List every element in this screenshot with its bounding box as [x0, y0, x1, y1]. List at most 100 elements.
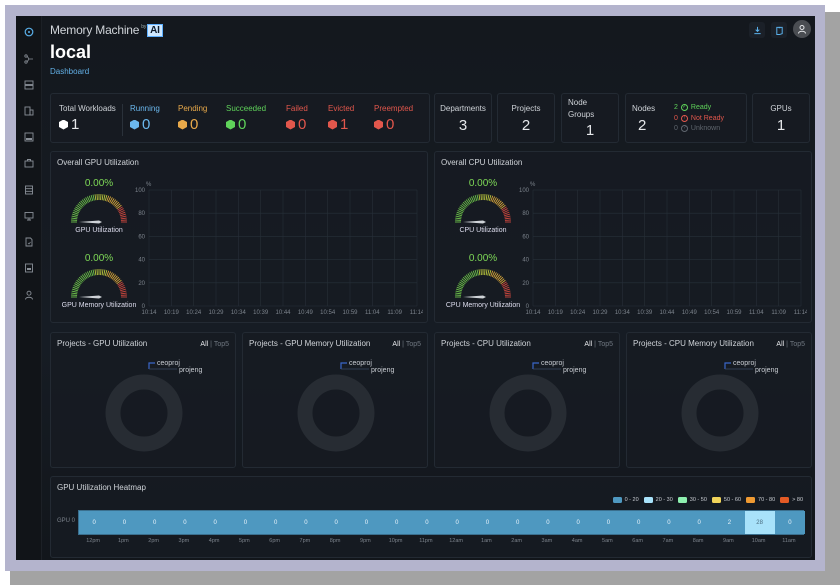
heatmap-cell[interactable]: 0 — [593, 511, 624, 534]
legend-item-projeng[interactable]: projeng — [755, 367, 778, 374]
x-tick-label: 11am — [782, 538, 796, 544]
heatmap-cell[interactable]: 0 — [563, 511, 594, 534]
legend-item[interactable]: 0 - 20 — [612, 497, 639, 503]
gauge-arc — [71, 269, 127, 299]
projects-card[interactable]: Projects 2 — [497, 93, 555, 143]
legend-item-ceoproj[interactable]: ceoproj — [349, 360, 372, 367]
gauge-value: 0.00% — [84, 253, 114, 264]
heatmap-cell[interactable]: 0 — [290, 511, 321, 534]
x-tick-label: 10:59 — [726, 310, 742, 316]
x-tick-label: 2am — [511, 538, 522, 544]
legend-item[interactable]: 50 - 60 — [711, 497, 741, 503]
heatmap-cell[interactable]: 0 — [502, 511, 533, 534]
sidebar-item-documents[interactable] — [23, 236, 35, 248]
x-tick-label: 2pm — [148, 538, 159, 544]
legend-item-ceoproj[interactable]: ceoproj — [733, 360, 756, 367]
heatmap-cell[interactable]: 0 — [381, 511, 412, 534]
server-icon — [24, 80, 34, 90]
heatmap-cell[interactable]: 0 — [79, 511, 110, 534]
legend-label: 70 - 80 — [758, 497, 776, 503]
breadcrumb-dashboard[interactable]: Dashboard — [50, 67, 89, 76]
user-avatar-button[interactable] — [793, 20, 811, 38]
document-icon — [25, 237, 33, 247]
heatmap-cell[interactable]: 0 — [653, 511, 684, 534]
legend-item-projeng[interactable]: projeng — [563, 367, 586, 374]
sidebar-item-users[interactable] — [23, 289, 35, 301]
departments-card[interactable]: Departments 3 — [434, 93, 492, 143]
heatmap-cell[interactable]: 0 — [684, 511, 715, 534]
heatmap-cell[interactable]: 0 — [260, 511, 291, 534]
sidebar-item-jobs[interactable] — [23, 157, 35, 169]
legend-item-ceoproj[interactable]: ceoproj — [541, 360, 564, 367]
gpus-card[interactable]: GPUs 1 — [752, 93, 810, 143]
heatmap-cell[interactable]: 0 — [351, 511, 382, 534]
heatmap-cell[interactable]: 0 — [200, 511, 231, 534]
legend-item-ceoproj[interactable]: ceoproj — [157, 360, 180, 367]
status-label: Not Ready — [690, 115, 724, 122]
sidebar-item-reports[interactable] — [23, 262, 35, 274]
status-count: 0 — [674, 125, 678, 132]
node-groups-card[interactable]: Node Groups 1 — [561, 93, 619, 143]
y-axis-label: % — [146, 182, 152, 188]
gauge-tick — [504, 292, 511, 295]
legend-item-projeng[interactable]: projeng — [371, 367, 394, 374]
panel-title: GPU Utilization Heatmap — [57, 483, 146, 492]
legend-swatch — [643, 497, 653, 503]
legend-item-projeng[interactable]: projeng — [179, 367, 202, 374]
heatmap-cell[interactable]: 0 — [230, 511, 261, 534]
sidebar-item-dashboard[interactable] — [23, 26, 35, 38]
sidebar-item-images[interactable] — [23, 131, 35, 143]
nodes-card[interactable]: Nodes 2 2 ✓ Ready 0 ! Not Ready 0 ? Unkn… — [625, 93, 747, 143]
gauge-tick — [488, 195, 492, 202]
projects-cpu-memory-utilization-panel: Projects - CPU Memory Utilization All | … — [626, 332, 812, 468]
donut-ring — [681, 374, 759, 452]
legend-swatch — [746, 497, 756, 503]
heatmap-cell[interactable]: 0 — [442, 511, 473, 534]
heatmap-cell[interactable]: 0 — [109, 511, 140, 534]
heatmap-cell[interactable]: 2 — [714, 511, 745, 534]
node-groups-label-line2: Groups — [568, 110, 595, 119]
heatmap-cell[interactable]: 0 — [411, 511, 442, 534]
download-button[interactable] — [749, 22, 765, 38]
heatmap-cell[interactable]: 28 — [744, 511, 775, 534]
y-tick-label: 20 — [522, 281, 529, 287]
gauge-tick — [485, 269, 488, 276]
legend-item[interactable]: 70 - 80 — [746, 497, 775, 503]
legend-item[interactable]: > 80 — [780, 497, 803, 503]
x-tick-label: 6pm — [269, 538, 280, 544]
clipboard-button[interactable] — [771, 22, 787, 38]
projects-cpu-utilization-panel: Projects - CPU Utilization All | Top5 ce… — [434, 332, 620, 468]
hexagon-icon — [178, 119, 187, 130]
x-tick-label: 4am — [571, 538, 583, 544]
heatmap-cell[interactable]: 0 — [472, 511, 503, 534]
main-content: Memory Machine by AI local Dashboard Tot… — [42, 16, 815, 560]
heatmap-cell[interactable]: 0 — [774, 511, 805, 534]
y-tick-label: 60 — [522, 234, 529, 240]
workload-value: 0 — [298, 116, 307, 133]
dashboard-icon — [24, 27, 34, 37]
workload-value: 1 — [71, 116, 80, 133]
legend-item[interactable]: 20 - 30 — [643, 497, 673, 503]
sidebar-item-list[interactable] — [23, 184, 35, 196]
gauge-tick — [120, 217, 127, 220]
nodes-value: 2 — [638, 117, 647, 134]
sidebar-item-monitor[interactable] — [23, 210, 35, 222]
y-tick-label: 40 — [522, 258, 529, 264]
legend-item[interactable]: 30 - 50 — [677, 497, 707, 503]
divider — [122, 104, 123, 136]
gauge-tick — [456, 213, 463, 217]
brand-by: by — [141, 24, 147, 30]
node-groups-label-line1: Node — [568, 98, 588, 107]
heatmap-cell[interactable]: 0 — [532, 511, 563, 534]
sidebar-item-departments[interactable] — [23, 105, 35, 117]
gauge-value: 0.00% — [468, 253, 498, 264]
x-tick-label: 10:54 — [320, 310, 336, 316]
gauge-tick — [104, 270, 108, 277]
cpu-memory-gauge: 0.00% CPU Memory Utilization — [443, 253, 523, 313]
heatmap-cell[interactable]: 0 — [139, 511, 170, 534]
sidebar-item-workflows[interactable] — [23, 53, 35, 65]
sidebar-item-servers[interactable] — [23, 79, 35, 91]
heatmap-cell[interactable]: 0 — [623, 511, 654, 534]
heatmap-cell[interactable]: 0 — [321, 511, 352, 534]
heatmap-cell[interactable]: 0 — [169, 511, 200, 534]
